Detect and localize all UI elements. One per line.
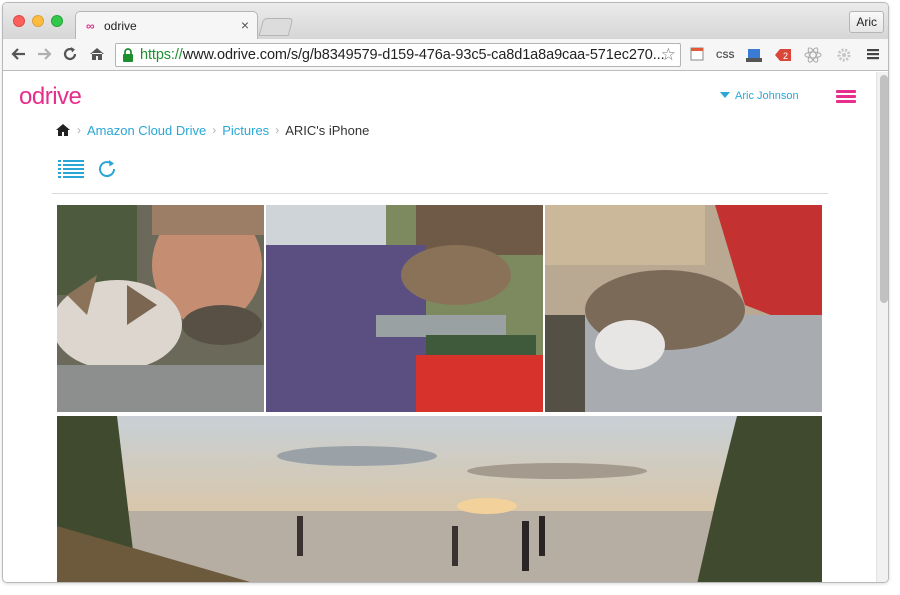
reload-icon[interactable] xyxy=(60,44,80,64)
chrome-menu-icon[interactable] xyxy=(864,46,882,64)
vertical-scrollbar[interactable] xyxy=(876,72,888,582)
react-extension-icon[interactable] xyxy=(804,46,822,64)
profile-button[interactable]: Aric xyxy=(849,11,884,33)
page-content: odrive Aric Johnson › Amazon Cloud Drive… xyxy=(3,72,876,582)
odrive-logo[interactable]: odrive xyxy=(19,83,82,111)
back-arrow-icon[interactable] xyxy=(9,44,29,64)
url-text: https://www.odrive.com/s/g/b8349579-d159… xyxy=(140,47,665,63)
breadcrumb-separator-icon: › xyxy=(77,123,81,137)
tab-close-icon[interactable]: × xyxy=(241,17,249,33)
breadcrumb-amazon-cloud-drive[interactable]: Amazon Cloud Drive xyxy=(87,123,206,138)
minimize-window-button[interactable] xyxy=(32,15,44,27)
page-extension-icon[interactable] xyxy=(688,46,706,64)
refresh-icon[interactable] xyxy=(96,158,118,180)
browser-toolbar: https://www.odrive.com/s/g/b8349579-d159… xyxy=(3,39,888,71)
close-window-button[interactable] xyxy=(13,15,25,27)
badge-extension-icon[interactable]: 2 xyxy=(774,46,792,64)
browser-tab-odrive[interactable]: ∞ odrive × xyxy=(75,11,258,39)
new-tab-button[interactable] xyxy=(258,18,294,36)
bookmark-star-icon[interactable]: ☆ xyxy=(661,45,676,65)
user-name: Aric Johnson xyxy=(735,90,799,102)
breadcrumb-separator-icon: › xyxy=(275,123,280,137)
address-bar[interactable]: https://www.odrive.com/s/g/b8349579-d159… xyxy=(115,43,681,67)
list-view-icon[interactable] xyxy=(58,160,84,178)
lock-icon xyxy=(123,48,133,62)
odrive-favicon-icon: ∞ xyxy=(86,19,94,33)
photo-thumbnail[interactable] xyxy=(266,205,543,412)
browser-window: ∞ odrive × Aric https://www.odrive.com/s… xyxy=(2,2,889,583)
title-bar: ∞ odrive × Aric xyxy=(3,3,888,39)
user-menu[interactable]: Aric Johnson xyxy=(720,90,799,102)
css-extension-icon[interactable]: CSS xyxy=(716,46,735,64)
svg-text:2: 2 xyxy=(783,51,788,61)
breadcrumb-current: ARIC's iPhone xyxy=(285,122,370,138)
tab-title: odrive xyxy=(104,19,137,33)
breadcrumb: › Amazon Cloud Drive › Pictures › ARIC's… xyxy=(55,121,369,139)
dropdown-arrow-icon xyxy=(720,92,730,98)
photo-thumbnail[interactable] xyxy=(57,416,822,582)
photo-thumbnail[interactable] xyxy=(57,205,264,412)
maximize-window-button[interactable] xyxy=(51,15,63,27)
home-icon[interactable] xyxy=(55,123,71,137)
breadcrumb-separator-icon: › xyxy=(212,123,217,137)
photo-thumbnail[interactable] xyxy=(545,205,822,412)
settings-gear-icon[interactable] xyxy=(835,46,853,64)
home-browser-icon[interactable] xyxy=(87,44,107,64)
breadcrumb-pictures[interactable]: Pictures xyxy=(222,123,269,138)
scrollbar-thumb[interactable] xyxy=(880,75,888,303)
forward-arrow-icon[interactable] xyxy=(34,44,54,64)
network-extension-icon[interactable] xyxy=(745,46,763,64)
hamburger-menu-icon[interactable] xyxy=(836,90,856,104)
divider xyxy=(52,193,828,194)
